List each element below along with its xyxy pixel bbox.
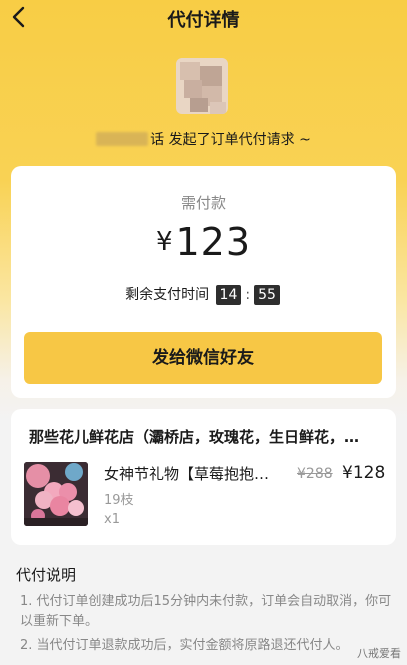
instruction-item: 1. 代付订单创建成功后15分钟内未付款，订单会自动取消，你可以重新下单。 — [20, 594, 392, 629]
countdown-seconds: 55 — [254, 285, 280, 305]
countdown: 剩余支付时间 14:55 — [11, 284, 396, 305]
product-variant: 19枝 — [104, 493, 134, 508]
shop-name[interactable]: 那些花儿鲜花店（灞桥店，玫瑰花，生日鲜花，… — [29, 426, 381, 447]
original-price: ¥288 — [297, 466, 333, 482]
product-title[interactable]: 女神节礼物【草莓抱抱… — [104, 463, 289, 484]
page-title: 代付详情 — [167, 10, 240, 31]
request-text: 发起了订单代付请求 ~ — [168, 132, 311, 148]
request-message: 话 发起了订单代付请求 ~ — [0, 129, 407, 149]
share-to-wechat-button[interactable]: 发给微信好友 — [24, 332, 382, 384]
product-quantity: x1 — [104, 512, 120, 527]
watermark: 八戒爱看 — [357, 647, 401, 660]
requester-name-suffix: 话 — [150, 132, 165, 148]
currency-symbol: ¥ — [155, 227, 174, 257]
current-price: ¥128 — [342, 463, 386, 483]
amount-value: 123 — [175, 220, 252, 264]
payment-card: 需付款 ¥123 剩余支付时间 14:55 发给微信好友 — [11, 166, 396, 398]
payment-label: 需付款 — [180, 194, 226, 212]
instruction-item: 2. 当代付订单退款成功后，实付金额将原路退还代付人。 — [20, 638, 349, 653]
countdown-label: 剩余支付时间 — [125, 287, 210, 303]
blurred-requester-name — [96, 132, 149, 146]
payment-amount: ¥123 — [11, 220, 396, 264]
avatar — [176, 58, 228, 114]
countdown-separator: : — [245, 287, 251, 303]
instructions-title: 代付说明 — [16, 566, 77, 584]
product-image[interactable] — [24, 462, 88, 526]
countdown-minutes: 14 — [215, 285, 242, 305]
order-card[interactable]: 那些花儿鲜花店（灞桥店，玫瑰花，生日鲜花，… 女神节礼物【草莓抱抱… 19枝 x… — [11, 409, 396, 545]
